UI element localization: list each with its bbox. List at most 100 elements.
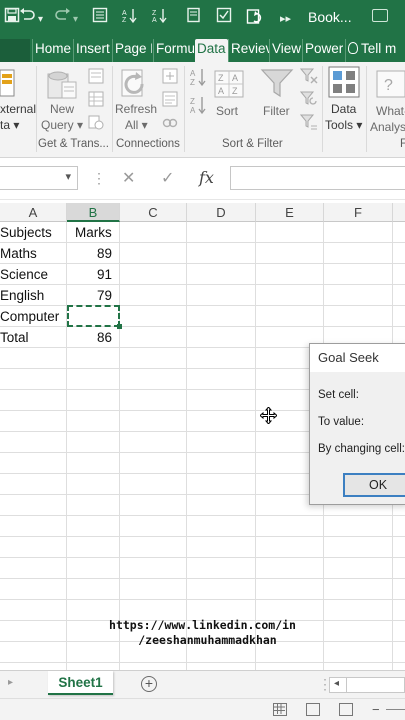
fill-handle[interactable] (117, 324, 122, 329)
sheet-tab-bar: ▸ Sheet1 + ⋮ ◂ (0, 670, 405, 698)
column-header-d[interactable]: D (187, 203, 256, 222)
refresh-all-button[interactable]: Refresh (115, 102, 157, 116)
sort-button[interactable]: Sort (216, 104, 238, 118)
refresh-all-icon[interactable] (118, 68, 154, 105)
filter-button[interactable]: Filter (263, 104, 290, 118)
tab-insert[interactable]: Insert (73, 39, 112, 62)
advanced-filter-icon[interactable] (299, 114, 318, 135)
name-box[interactable]: ▾ (0, 166, 78, 190)
sort-a-z-icon[interactable]: AZ (190, 68, 206, 91)
sheet-tab-sheet1[interactable]: Sheet1 (48, 671, 113, 695)
enter-button[interactable]: ✓ (161, 168, 174, 188)
what-if-button[interactable]: What- (376, 104, 405, 118)
group-sort-filter: Sort & Filter (222, 138, 283, 150)
column-header-g[interactable] (393, 203, 405, 222)
tell-me-label: Tell m (361, 41, 397, 56)
more-commands-icon[interactable]: ▸▸ (280, 9, 291, 29)
reapply-filter-icon[interactable] (299, 91, 318, 112)
column-header-b[interactable]: B (67, 203, 120, 222)
get-external-data-button[interactable]: xternal (0, 102, 36, 116)
page-break-preview-icon[interactable] (339, 703, 353, 716)
tab-page-layout[interactable]: Page L (112, 39, 152, 62)
cell-a5[interactable]: Computer (0, 307, 66, 327)
tab-file[interactable] (0, 39, 30, 62)
tab-data[interactable]: Data (195, 39, 228, 62)
cell-b3[interactable]: 91 (67, 265, 114, 285)
tab-view[interactable]: View (269, 39, 302, 62)
horizontal-scrollbar[interactable]: ◂ (329, 677, 405, 693)
column-header-c[interactable]: C (120, 203, 187, 222)
print-preview-icon[interactable] (186, 7, 202, 29)
group-forecast: F (400, 138, 405, 150)
column-header-a[interactable]: A (0, 203, 67, 222)
ok-button[interactable]: OK (343, 473, 405, 497)
what-if-dropdown[interactable]: Analys (370, 120, 405, 134)
show-queries-icon[interactable] (88, 68, 104, 89)
ribbon-separator (322, 66, 323, 152)
undo-icon[interactable] (18, 7, 36, 29)
insert-function-button[interactable]: fx (199, 168, 214, 187)
sort-z-a-icon[interactable]: ZA (190, 96, 206, 119)
new-query-button[interactable]: New (50, 102, 74, 116)
svg-text:A: A (232, 73, 238, 83)
formula-input[interactable] (230, 166, 405, 190)
svg-text:A: A (122, 10, 127, 17)
cell-b2[interactable]: 89 (67, 244, 114, 264)
form-icon[interactable] (92, 7, 108, 29)
undo-dropdown-icon[interactable]: ▾ (38, 10, 43, 30)
edit-links-icon[interactable] (162, 114, 178, 135)
column-header-f[interactable]: F (324, 203, 393, 222)
column-header-e[interactable]: E (256, 203, 324, 222)
filter-icon[interactable] (260, 68, 294, 103)
cell-b6[interactable]: 86 (67, 328, 114, 348)
connections-icon[interactable] (162, 68, 178, 89)
svg-text:A: A (218, 86, 224, 96)
cell-a2[interactable]: Maths (0, 244, 66, 264)
tab-review[interactable]: Reviev (228, 39, 269, 62)
zoom-slider[interactable] (386, 709, 405, 710)
cell-b4[interactable]: 79 (67, 286, 114, 306)
cell-a6[interactable]: Total (0, 328, 66, 348)
zoom-out-icon[interactable]: − (372, 702, 380, 717)
data-tools-button[interactable]: Data (331, 102, 356, 116)
cancel-button[interactable]: ✕ (122, 168, 135, 188)
cell-b1[interactable]: Marks (75, 223, 119, 243)
tab-home[interactable]: Home (32, 39, 72, 62)
by-changing-cell-label: By changing cell: (318, 443, 405, 455)
svg-text:Z: Z (122, 17, 127, 23)
refresh-all-dropdown[interactable]: All ▾ (125, 118, 148, 132)
tab-power[interactable]: Power (302, 39, 343, 62)
redo-icon[interactable] (54, 7, 72, 29)
tab-formulas[interactable]: Formu (153, 39, 194, 62)
new-query-dropdown[interactable]: Query ▾ (41, 118, 83, 132)
scroll-left-icon[interactable]: ◂ (334, 678, 339, 689)
clear-filter-icon[interactable] (299, 68, 318, 89)
cell-a3[interactable]: Science (0, 265, 66, 285)
scroll-tabs-icon[interactable]: ▸ (8, 677, 13, 688)
data-tools-icon[interactable] (328, 66, 360, 103)
refresh-icon[interactable] (246, 7, 264, 31)
from-table-icon[interactable] (88, 91, 104, 112)
page-layout-view-icon[interactable] (306, 703, 320, 716)
cell-a4[interactable]: English (0, 286, 66, 306)
sort-dialog-icon[interactable]: ZAAZ (214, 70, 244, 103)
properties-icon[interactable] (162, 91, 178, 112)
group-get-transform: Get & Trans... (38, 138, 109, 150)
ribbon-display-options-icon[interactable] (372, 9, 388, 22)
what-if-icon[interactable]: ? (376, 68, 405, 103)
get-external-data-icon[interactable] (0, 68, 16, 103)
sort-ascending-icon[interactable]: AZ (122, 7, 138, 29)
set-cell-label: Set cell: (318, 389, 359, 401)
data-tools-dropdown[interactable]: Tools ▾ (325, 118, 362, 132)
add-sheet-button[interactable]: + (141, 676, 157, 692)
cell-a1[interactable]: Subjects (0, 223, 66, 243)
recent-sources-icon[interactable] (88, 114, 104, 135)
tell-me-box[interactable]: Tell m (345, 39, 405, 62)
normal-view-icon[interactable] (273, 703, 287, 716)
new-query-icon[interactable] (44, 68, 78, 105)
chevron-down-icon[interactable]: ▾ (65, 170, 71, 183)
get-external-data-dropdown[interactable]: ta ▾ (0, 118, 19, 132)
redo-dropdown-icon[interactable]: ▾ (73, 10, 78, 30)
sort-descending-icon[interactable]: ZA (152, 7, 168, 29)
spelling-icon[interactable] (216, 7, 232, 29)
